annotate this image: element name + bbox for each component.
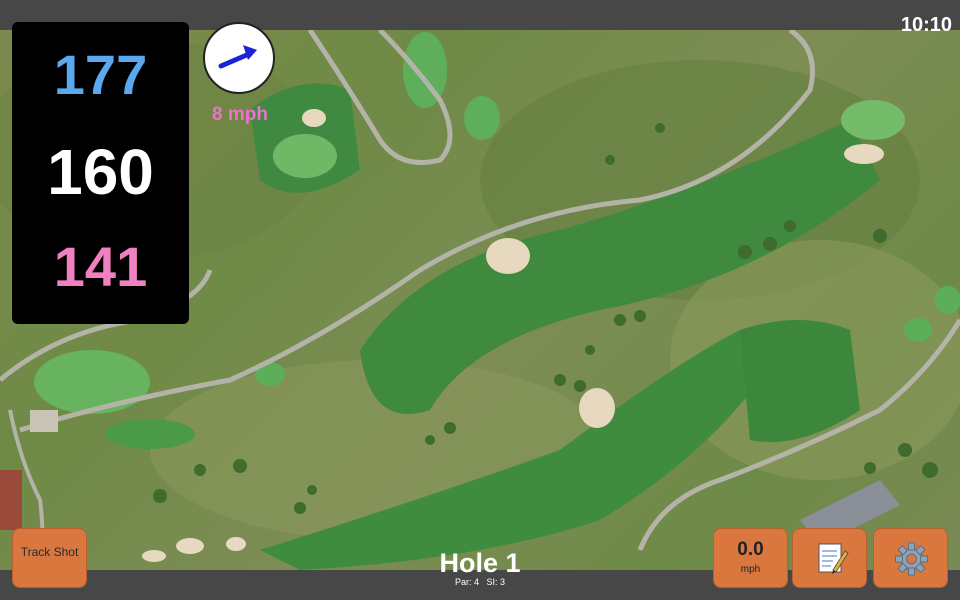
- notepad-icon: [818, 543, 849, 574]
- distance-front: 141: [53, 235, 148, 298]
- settings-button[interactable]: [873, 528, 948, 588]
- distance-back: 177: [53, 43, 148, 106]
- hole-title: Hole 1: [439, 548, 521, 578]
- hole-info: Par: 4 SI: 3: [380, 577, 580, 587]
- speed-unit: mph: [740, 564, 761, 575]
- speed-value: 0.0: [737, 539, 764, 560]
- track-shot-button[interactable]: Track Shot: [12, 528, 87, 588]
- hole-stroke-index: SI: 3: [486, 577, 506, 587]
- wind-indicator: [203, 22, 275, 94]
- wind-arrow-icon: [218, 45, 257, 69]
- notes-button[interactable]: [792, 528, 867, 588]
- distance-middle: 160: [47, 136, 154, 208]
- distance-panel: 177 160 141: [12, 22, 189, 324]
- gear-icon: [895, 542, 928, 576]
- clock: 10:10: [900, 14, 952, 36]
- speed-button[interactable]: 0.0 mph: [713, 528, 788, 588]
- hole-par: Par: 4: [454, 577, 479, 587]
- wind-speed: 8 mph: [212, 104, 268, 125]
